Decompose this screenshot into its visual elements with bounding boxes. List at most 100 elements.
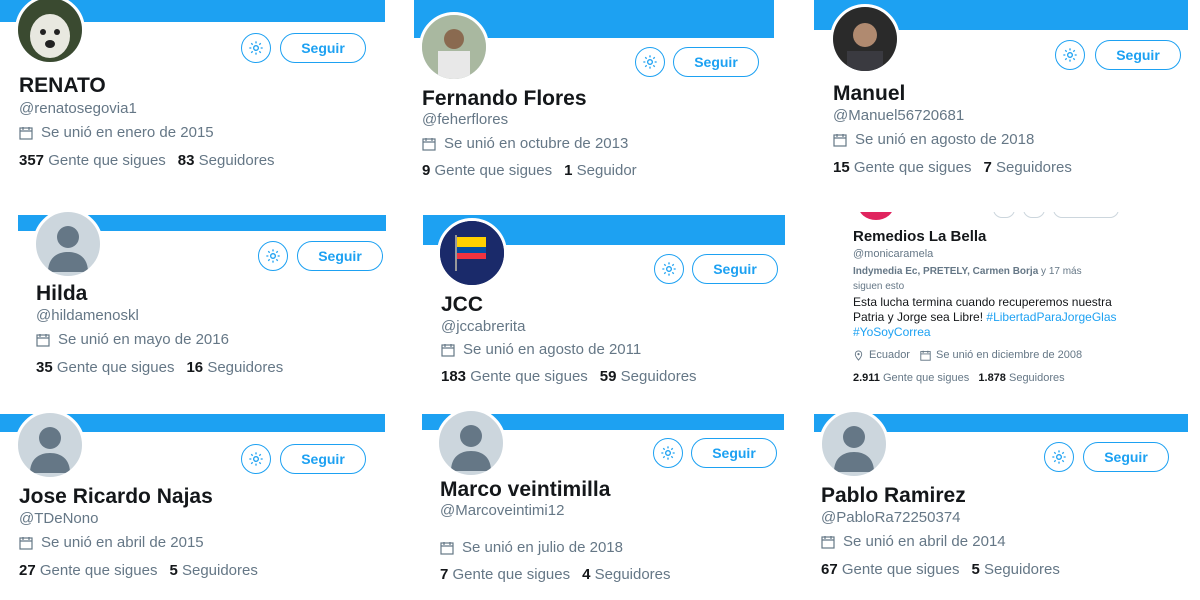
- profile-handle[interactable]: @renatosegovia1: [19, 100, 137, 117]
- follow-button[interactable]: Seguir: [280, 33, 366, 63]
- followers-count[interactable]: 59: [600, 368, 617, 385]
- following-count[interactable]: 15: [833, 159, 850, 176]
- following-label[interactable]: Gente que sigues: [470, 368, 588, 385]
- follow-button[interactable]: [1053, 212, 1119, 218]
- settings-gear-button[interactable]: [1055, 40, 1085, 70]
- follow-button[interactable]: Seguir: [297, 241, 383, 271]
- profile-handle[interactable]: @jccabrerita: [441, 318, 525, 335]
- following-count[interactable]: 9: [422, 162, 430, 179]
- follow-button[interactable]: Seguir: [691, 438, 777, 468]
- followers-label[interactable]: Seguidores: [595, 566, 671, 583]
- avatar[interactable]: [33, 209, 103, 279]
- settings-gear-button[interactable]: [993, 212, 1015, 218]
- followers-count[interactable]: 1.878: [978, 372, 1006, 384]
- follow-button[interactable]: Seguir: [692, 254, 778, 284]
- settings-gear-button[interactable]: [654, 254, 684, 284]
- profile-handle[interactable]: @TDeNono: [19, 510, 98, 527]
- follow-button[interactable]: Seguir: [280, 444, 366, 474]
- followers-count[interactable]: 4: [582, 566, 590, 583]
- profile-handle[interactable]: @Marcoveintimi12: [440, 502, 564, 519]
- avatar[interactable]: [15, 410, 85, 480]
- join-date-text: Se unió en octubre de 2013: [444, 135, 629, 152]
- gear-icon: [661, 446, 675, 460]
- known-followers-more: 17 más: [1048, 266, 1082, 277]
- calendar-icon: [422, 137, 436, 151]
- following-count[interactable]: 183: [441, 368, 466, 385]
- settings-gear-button[interactable]: [258, 241, 288, 271]
- following-label[interactable]: Gente que sigues: [435, 162, 553, 179]
- followers-label[interactable]: Seguidores: [1009, 372, 1065, 384]
- avatar[interactable]: [15, 0, 85, 65]
- following-count[interactable]: 27: [19, 562, 36, 579]
- calendar-icon: [19, 536, 33, 550]
- hashtag-link[interactable]: #YoSoyCorrea: [853, 325, 931, 339]
- calendar-icon: [36, 333, 50, 347]
- profile-name[interactable]: Remedios La Bella: [853, 228, 986, 245]
- followers-count[interactable]: 83: [178, 152, 195, 169]
- join-date: Se unió en agosto de 2011: [441, 341, 641, 358]
- followers-count[interactable]: 7: [983, 159, 991, 176]
- follow-button[interactable]: Seguir: [673, 47, 759, 77]
- profile-name[interactable]: Fernando Flores: [422, 87, 587, 111]
- settings-gear-button[interactable]: [635, 47, 665, 77]
- profile-name[interactable]: Hilda: [36, 282, 87, 306]
- following-count[interactable]: 2.911: [853, 372, 880, 384]
- profile-name[interactable]: JCC: [441, 293, 483, 317]
- profile-name[interactable]: Pablo Ramirez: [821, 484, 966, 508]
- followers-label[interactable]: Seguidores: [621, 368, 697, 385]
- join-date-text: Se unió en julio de 2018: [462, 539, 623, 556]
- followers-count[interactable]: 5: [169, 562, 177, 579]
- settings-gear-button[interactable]: [241, 444, 271, 474]
- following-label[interactable]: Gente que sigues: [842, 561, 960, 578]
- followers-count[interactable]: 1: [564, 162, 572, 179]
- profile-name[interactable]: Jose Ricardo Najas: [19, 485, 213, 509]
- followers-label[interactable]: Seguidores: [207, 359, 283, 376]
- followers-count[interactable]: 5: [971, 561, 979, 578]
- follow-button[interactable]: Seguir: [1095, 40, 1181, 70]
- profile-name[interactable]: RENATO: [19, 74, 106, 98]
- followers-label[interactable]: Seguidores: [984, 561, 1060, 578]
- profile-handle[interactable]: @monicaramela: [853, 248, 933, 260]
- notifications-button[interactable]: [1023, 212, 1045, 218]
- hashtag-link[interactable]: #LibertadParaJorgeGlas: [986, 310, 1116, 324]
- avatar[interactable]: [819, 409, 889, 479]
- avatar[interactable]: [436, 408, 506, 478]
- avatar[interactable]: [437, 218, 507, 288]
- following-count[interactable]: 35: [36, 359, 53, 376]
- profile-name[interactable]: Manuel: [833, 82, 905, 106]
- avatar[interactable]: [858, 212, 894, 220]
- following-label[interactable]: Gente que sigues: [854, 159, 972, 176]
- profile-card: Seguir JCC @jccabrerita Se unió en agost…: [423, 212, 793, 402]
- join-date: Se unió en enero de 2015: [19, 124, 214, 141]
- following-label[interactable]: Gente que sigues: [883, 372, 969, 384]
- followers-count[interactable]: 16: [186, 359, 203, 376]
- settings-gear-button[interactable]: [653, 438, 683, 468]
- following-count[interactable]: 7: [440, 566, 448, 583]
- profile-handle[interactable]: @hildamenoskl: [36, 307, 139, 324]
- following-count[interactable]: 357: [19, 152, 44, 169]
- profile-card: Seguir RENATO @renatosegovia1 Se unió en…: [0, 0, 385, 200]
- following-label[interactable]: Gente que sigues: [453, 566, 571, 583]
- avatar[interactable]: [830, 4, 900, 74]
- profile-handle[interactable]: @Manuel56720681: [833, 107, 964, 124]
- follow-button[interactable]: Seguir: [1083, 442, 1169, 472]
- calendar-icon: [833, 133, 847, 147]
- following-label[interactable]: Gente que sigues: [40, 562, 158, 579]
- settings-gear-button[interactable]: [1044, 442, 1074, 472]
- following-label[interactable]: Gente que sigues: [57, 359, 175, 376]
- known-followers-tail: siguen esto: [853, 281, 905, 292]
- settings-gear-button[interactable]: [241, 33, 271, 63]
- profile-stats: 15 Gente que sigues 7 Seguidores: [833, 159, 1072, 176]
- profile-name[interactable]: Marco veintimilla: [440, 478, 610, 502]
- followers-label[interactable]: Seguidores: [199, 152, 275, 169]
- followers-label[interactable]: Seguidores: [182, 562, 258, 579]
- profile-handle[interactable]: @PabloRa72250374: [821, 509, 961, 526]
- avatar[interactable]: [419, 12, 489, 82]
- followers-label[interactable]: Seguidores: [996, 159, 1072, 176]
- profile-handle[interactable]: @feherflores: [422, 111, 508, 128]
- join-date-text: Se unió en agosto de 2018: [855, 131, 1035, 148]
- following-count[interactable]: 67: [821, 561, 838, 578]
- followers-label[interactable]: Seguidor: [577, 162, 637, 179]
- followers-you-know[interactable]: Indymedia Ec, PRETELY, Carmen Borja y 17…: [853, 264, 1113, 294]
- following-label[interactable]: Gente que sigues: [48, 152, 166, 169]
